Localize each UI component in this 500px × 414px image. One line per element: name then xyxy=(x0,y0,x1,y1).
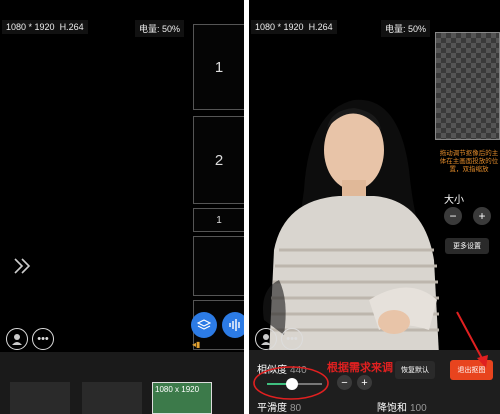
annotation-text: 根据需求来调 xyxy=(327,362,393,374)
size-increase-button[interactable]: + xyxy=(473,207,491,225)
avatar-icon[interactable] xyxy=(6,328,28,350)
battery-status: 电量: 50% xyxy=(380,20,430,37)
right-screen: 1080 * 1920 H.264 电量: 50% 拖动调节抠像后的主体在主画面… xyxy=(249,0,500,414)
desaturation-value: 100 xyxy=(410,403,427,414)
similarity-increase-button[interactable]: + xyxy=(357,375,372,390)
desaturation-label: 降饱和 100 xyxy=(377,399,427,414)
thumbnail-3[interactable]: 1080 x 1920 xyxy=(152,382,212,414)
desaturation-name: 降饱和 xyxy=(377,403,407,414)
size-decrease-button[interactable]: − xyxy=(444,207,462,225)
chevron-double-right-icon[interactable] xyxy=(12,255,34,282)
stream-info: 1080 * 1920 H.264 xyxy=(251,20,337,34)
more-settings-button[interactable]: 更多设置 xyxy=(445,238,489,254)
avatar-icon[interactable] xyxy=(255,328,277,350)
camera-slot-1[interactable]: 1 xyxy=(193,24,244,110)
codec-text: H.264 xyxy=(308,22,333,32)
camera-slot-4[interactable] xyxy=(193,236,244,296)
slot-label: 2 xyxy=(214,151,224,169)
camera-slot-2[interactable]: 2 xyxy=(193,116,244,204)
slot-label: 1 xyxy=(216,214,222,226)
restore-default-button[interactable]: 恢复默认 xyxy=(395,361,435,379)
resolution-text: 1080 * 1920 xyxy=(255,22,304,32)
left-screen: 1080 * 1920 H.264 电量: 50% 1 2 1 ••• ◂▮ 1… xyxy=(0,0,244,414)
similarity-decrease-button[interactable]: − xyxy=(337,375,352,390)
resolution-text: 1080 * 1920 xyxy=(6,22,55,32)
camera-slot-3[interactable]: 1 xyxy=(193,208,244,232)
matting-preview[interactable] xyxy=(435,32,500,140)
battery-status: 电量: 50% xyxy=(134,20,184,37)
size-label: 大小 xyxy=(444,195,464,206)
smoothness-label: 平滑度 80 xyxy=(257,399,301,414)
thumbnail-2[interactable] xyxy=(82,382,142,414)
slot-label: 1 xyxy=(214,58,224,76)
smoothness-name: 平滑度 xyxy=(257,403,287,414)
audio-wave-icon[interactable] xyxy=(222,312,244,338)
codec-text: H.264 xyxy=(59,22,84,32)
layers-icon[interactable] xyxy=(191,312,217,338)
annotation-arrow-icon xyxy=(456,311,488,368)
more-icon[interactable]: ••• xyxy=(32,328,54,350)
thumbnail-1[interactable] xyxy=(10,382,70,414)
annotation-ellipse xyxy=(253,366,329,400)
sound-indicator-icon: ◂▮ xyxy=(192,340,201,349)
drag-hint-text: 拖动调节抠像后的主体在主画面投放的位置，双指缩放 xyxy=(439,150,499,173)
thumbnail-label: 1080 x 1920 xyxy=(155,385,200,394)
more-icon[interactable]: ••• xyxy=(281,328,303,350)
stream-info: 1080 * 1920 H.264 xyxy=(2,20,88,34)
smoothness-value: 80 xyxy=(290,403,302,414)
